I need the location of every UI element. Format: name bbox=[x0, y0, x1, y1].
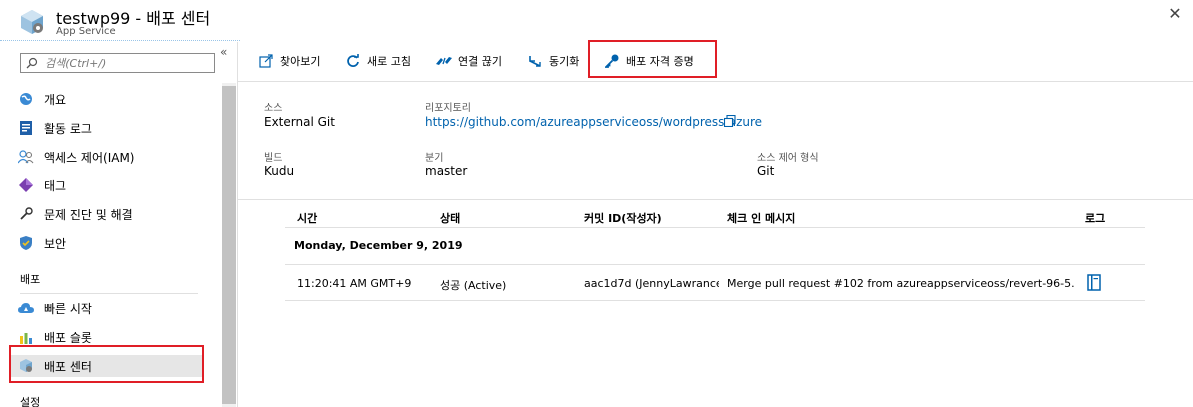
sidebar-border bbox=[237, 42, 238, 407]
app-service-icon bbox=[21, 10, 43, 34]
sidebar-item-overview[interactable]: 개요 bbox=[18, 88, 208, 110]
sidebar-item-diagnose[interactable]: 문제 진단 및 해결 bbox=[18, 203, 208, 225]
source-label: 소스 bbox=[264, 103, 283, 114]
sidebar-item-label: 태그 bbox=[44, 178, 67, 193]
search-icon bbox=[26, 57, 38, 69]
sidebar-item-label: 문제 진단 및 해결 bbox=[44, 207, 133, 222]
source-value: External Git bbox=[264, 115, 335, 129]
sidebar-item-label: 액세스 제어(IAM) bbox=[44, 150, 135, 165]
build-value: Kudu bbox=[264, 164, 295, 178]
sidebar-item-quickstart[interactable]: 빠른 시작 bbox=[18, 297, 208, 319]
sync-icon bbox=[527, 53, 543, 69]
sidebar-scrollbar-thumb[interactable] bbox=[222, 86, 236, 404]
cell-message: Merge pull request #102 from azureappser… bbox=[727, 277, 1075, 290]
header-row-divider bbox=[285, 227, 1145, 228]
sidebar-item-label: 배포 센터 bbox=[44, 359, 92, 374]
header-divider bbox=[0, 40, 240, 41]
date-group-row: Monday, December 9, 2019 bbox=[294, 239, 463, 252]
sidebar-item-tags[interactable]: 태그 bbox=[18, 174, 208, 196]
column-header-message: 체크 인 메시지 bbox=[727, 212, 796, 225]
branch-value: master bbox=[425, 164, 468, 178]
column-header-log: 로그 bbox=[1085, 212, 1106, 225]
close-button[interactable]: ✕ bbox=[1167, 6, 1183, 22]
browse-label: 찾아보기 bbox=[280, 55, 321, 68]
external-link-icon bbox=[258, 53, 274, 69]
sidebar-item-iam[interactable]: 액세스 제어(IAM) bbox=[18, 146, 208, 168]
deployment-credentials-button[interactable]: 배포 자격 증명 bbox=[604, 51, 694, 71]
section-divider bbox=[20, 293, 198, 294]
column-header-commit: 커밋 ID(작성자) bbox=[584, 212, 662, 225]
info-divider bbox=[238, 199, 1193, 200]
browse-button[interactable]: 찾아보기 bbox=[258, 51, 320, 71]
scm-type-value: Git bbox=[757, 164, 775, 178]
cell-commit: aac1d7d (JennyLawrance) bbox=[584, 277, 719, 290]
key-icon bbox=[604, 53, 620, 69]
people-icon bbox=[18, 149, 34, 165]
shield-icon bbox=[18, 235, 34, 251]
refresh-icon bbox=[345, 53, 361, 69]
branch-label: 분기 bbox=[425, 153, 444, 164]
copy-icon[interactable] bbox=[724, 115, 736, 127]
refresh-label: 새로 고침 bbox=[367, 55, 411, 68]
sidebar-item-label: 개요 bbox=[44, 92, 67, 107]
sync-button[interactable]: 동기화 bbox=[527, 51, 579, 71]
wrench-icon bbox=[18, 206, 34, 222]
repository-link[interactable]: https://github.com/azureappserviceoss/wo… bbox=[425, 115, 762, 129]
deployment-center-icon bbox=[18, 358, 34, 374]
sidebar-item-label: 빠른 시작 bbox=[44, 301, 92, 316]
section-settings: 설정 bbox=[20, 396, 41, 407]
disconnect-button[interactable]: 연결 끊기 bbox=[436, 51, 502, 71]
column-header-time: 시간 bbox=[297, 212, 318, 225]
collapse-sidebar-button[interactable]: « bbox=[220, 45, 227, 59]
table-row-divider bbox=[285, 300, 1145, 301]
repository-label: 리포지토리 bbox=[425, 103, 471, 114]
group-row-divider bbox=[285, 264, 1145, 265]
blade-header: testwp99 - 배포 센터 App Service ✕ bbox=[0, 0, 1193, 42]
sidebar-item-label: 배포 슬롯 bbox=[44, 330, 92, 345]
disconnect-icon bbox=[436, 53, 452, 69]
scm-type-label: 소스 제어 형식 bbox=[757, 153, 819, 164]
sidebar-item-label: 활동 로그 bbox=[44, 121, 92, 136]
build-label: 빌드 bbox=[264, 153, 283, 164]
refresh-button[interactable]: 새로 고침 bbox=[345, 51, 411, 71]
column-header-status: 상태 bbox=[440, 212, 461, 225]
tag-icon bbox=[18, 177, 34, 193]
deployment-credentials-label: 배포 자격 증명 bbox=[626, 55, 694, 68]
sidebar-item-security[interactable]: 보안 bbox=[18, 232, 208, 254]
sidebar-item-activity-log[interactable]: 활동 로그 bbox=[18, 117, 208, 139]
cell-status: 성공 (Active) bbox=[440, 279, 507, 292]
sidebar-item-deployment-center[interactable]: 배포 센터 bbox=[10, 355, 202, 377]
log-icon[interactable] bbox=[1087, 274, 1101, 291]
section-deploy: 배포 bbox=[20, 273, 41, 286]
cell-time: 11:20:41 AM GMT+9 bbox=[297, 277, 412, 290]
search-input[interactable] bbox=[45, 55, 210, 71]
sidebar-item-slots[interactable]: 배포 슬롯 bbox=[18, 326, 208, 348]
sidebar-item-label: 보안 bbox=[44, 236, 67, 251]
sidebar-search[interactable] bbox=[20, 53, 215, 73]
disconnect-label: 연결 끊기 bbox=[458, 55, 502, 68]
cloud-icon bbox=[18, 300, 34, 316]
page-subtitle: App Service bbox=[56, 26, 116, 37]
activity-log-icon bbox=[18, 120, 34, 136]
globe-icon bbox=[18, 91, 34, 107]
slots-icon bbox=[18, 329, 34, 345]
sync-label: 동기화 bbox=[549, 55, 580, 68]
